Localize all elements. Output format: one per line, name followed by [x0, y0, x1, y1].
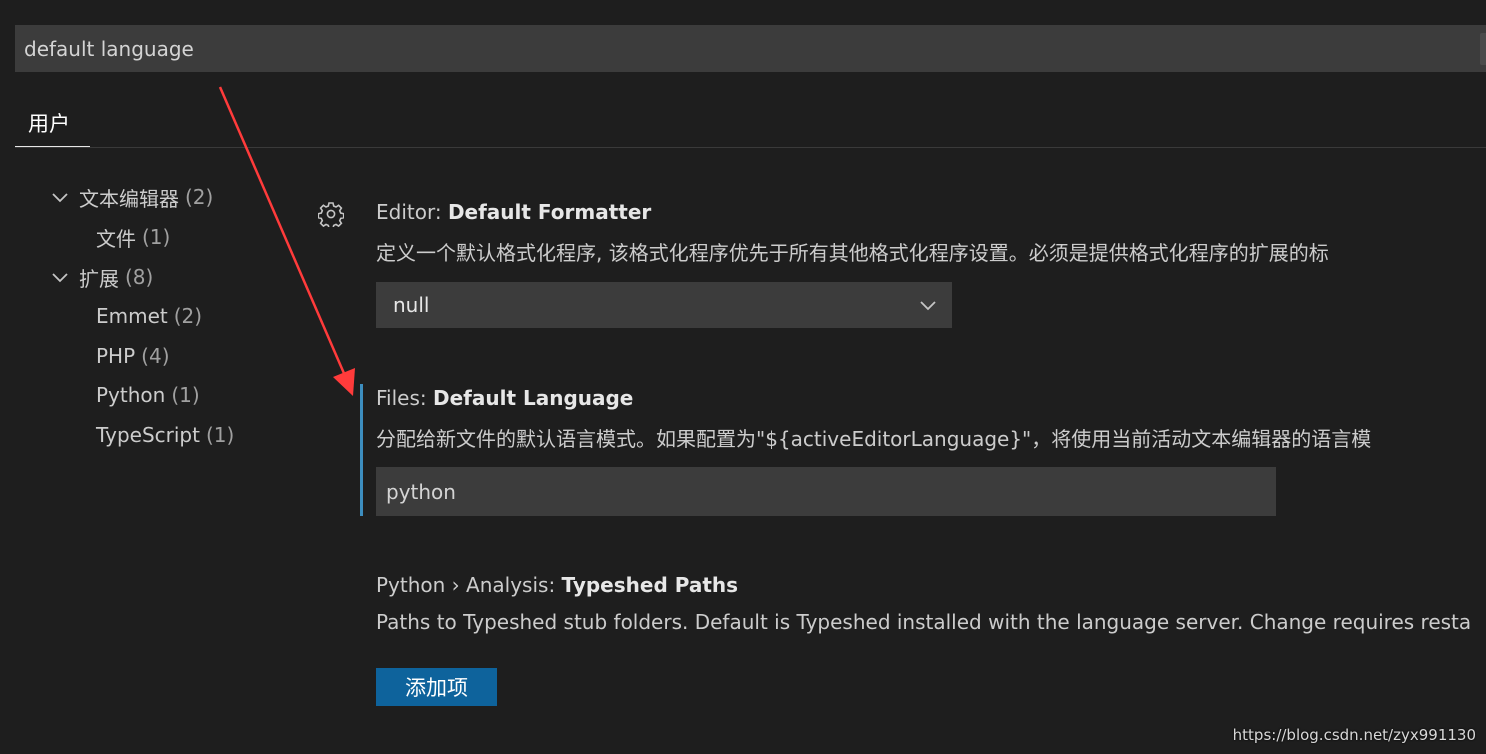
- settings-search-input[interactable]: default language: [15, 25, 1486, 72]
- setting-category: Editor:: [376, 200, 448, 224]
- setting-description-default-formatter: 定义一个默认格式化程序, 该格式化程序优先于所有其他格式化程序设置。必须是提供格…: [376, 241, 1329, 265]
- setting-category: Files:: [376, 386, 433, 410]
- toc-item-typescript[interactable]: TypeScript (1): [96, 415, 234, 455]
- default-language-input[interactable]: python: [376, 467, 1276, 516]
- toc-item-label: 文件: [96, 226, 136, 251]
- tab-user-scope[interactable]: 用户: [15, 100, 90, 148]
- setting-name: Default Language: [432, 386, 634, 410]
- setting-title-default-language: Files: Default Language: [376, 386, 633, 410]
- gear-icon[interactable]: [317, 201, 345, 230]
- toc-item-label: TypeScript: [96, 423, 200, 447]
- select-value: null: [393, 293, 430, 317]
- toc-item-count: (1): [205, 423, 235, 447]
- toc-item-count: (8): [125, 265, 154, 289]
- toc-item-label: 文本编辑器: [79, 186, 179, 211]
- chevron-down-icon: [50, 187, 70, 207]
- toc-item-count: (1): [142, 225, 171, 249]
- tab-divider: [15, 147, 1486, 148]
- setting-focus-indicator: [360, 384, 363, 516]
- setting-name: Typeshed Paths: [561, 573, 739, 597]
- toc-item-php[interactable]: PHP (4): [96, 336, 170, 376]
- toc-item-emmet[interactable]: Emmet (2): [96, 296, 202, 336]
- toc-item-files[interactable]: 文件 (1): [96, 217, 170, 257]
- setting-category: Python › Analysis:: [376, 573, 562, 597]
- add-item-button[interactable]: 添加项: [376, 668, 497, 706]
- watermark-text: https://blog.csdn.net/zyx991130: [1232, 726, 1476, 744]
- toc-item-count: (2): [185, 185, 214, 209]
- toc-item-label: Python: [96, 383, 166, 407]
- annotation-arrow-shaft: [218, 86, 348, 379]
- toc-item-count: (4): [141, 344, 170, 368]
- annotation-arrow-head: [333, 368, 355, 396]
- toc-item-text-editor[interactable]: 文本编辑器 (2): [50, 177, 213, 217]
- search-query-text: default language: [24, 36, 194, 61]
- setting-title-typeshed-paths: Python › Analysis: Typeshed Paths: [376, 573, 738, 597]
- setting-name: Default Formatter: [447, 200, 652, 224]
- annotation-arrow: [218, 86, 355, 396]
- toc-item-label: PHP: [96, 344, 136, 368]
- setting-title-default-formatter: Editor: Default Formatter: [376, 200, 651, 224]
- setting-description-default-language: 分配给新文件的默认语言模式。如果配置为"${activeEditorLangua…: [376, 427, 1372, 451]
- settings-editor: default language 用户 文本编辑器 (2) 文件 (1) 扩展 …: [0, 0, 1486, 754]
- chevron-down-icon: [50, 267, 70, 287]
- toc-item-extensions[interactable]: 扩展 (8): [50, 257, 153, 297]
- default-formatter-select[interactable]: null: [376, 282, 952, 328]
- setting-description-typeshed-paths: Paths to Typeshed stub folders. Default …: [376, 610, 1472, 634]
- search-actions-edge: [1480, 33, 1486, 65]
- toc-item-python[interactable]: Python (1): [96, 375, 200, 415]
- toc-item-count: (2): [173, 304, 203, 328]
- toc-item-label: 扩展: [79, 266, 119, 291]
- toc-item-count: (1): [171, 383, 200, 407]
- chevron-down-icon: [918, 295, 938, 315]
- toc-item-label: Emmet: [96, 304, 168, 328]
